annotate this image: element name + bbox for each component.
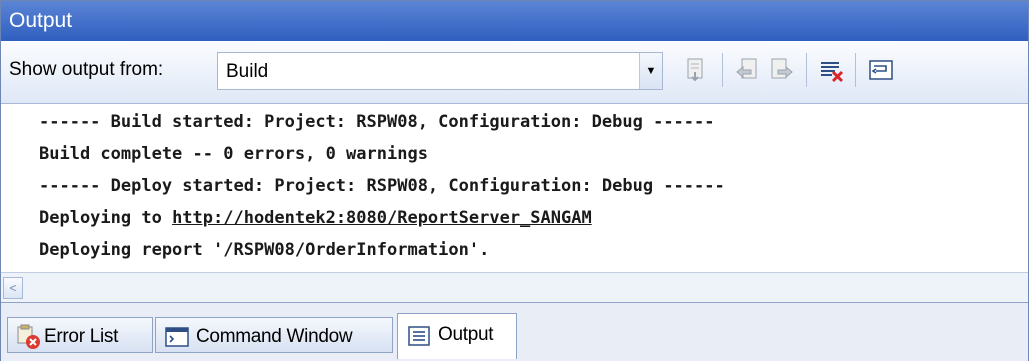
tab-command-window[interactable]: Command Window bbox=[155, 317, 393, 353]
output-icon bbox=[406, 323, 432, 347]
toolbar-separator bbox=[806, 53, 807, 87]
output-line: Deploying report '/RSPW08/OrderInformati… bbox=[39, 240, 490, 260]
output-window: Output Show output from: Build ▼ ------ … bbox=[0, 0, 1029, 361]
output-toolbar: Show output from: Build ▼ bbox=[1, 41, 1028, 104]
report-server-link[interactable]: http://hodentek2:8080/ReportServer_SANGA… bbox=[172, 208, 592, 228]
tab-output[interactable]: Output bbox=[397, 313, 517, 359]
output-line: Build complete -- 0 errors, 0 warnings bbox=[39, 144, 428, 164]
error-list-icon bbox=[16, 324, 42, 349]
command-window-icon bbox=[164, 324, 190, 348]
toolbar-separator bbox=[722, 53, 723, 87]
output-line: ------ Deploy started: Project: RSPW08, … bbox=[39, 176, 725, 196]
tab-error-list[interactable]: Error List bbox=[7, 317, 153, 353]
output-line: Deploying to http://hodentek2:8080/Repor… bbox=[39, 208, 592, 228]
tab-label: Command Window bbox=[196, 326, 353, 347]
tab-label: Error List bbox=[44, 326, 119, 347]
window-title: Output bbox=[1, 1, 1028, 41]
output-text-area[interactable]: ------ Build started: Project: RSPW08, C… bbox=[1, 104, 1028, 272]
show-output-from-label: Show output from: bbox=[9, 59, 164, 80]
dropdown-arrow-icon[interactable]: ▼ bbox=[639, 53, 662, 89]
go-to-previous-message-icon[interactable] bbox=[734, 56, 762, 84]
toolbar-separator bbox=[855, 53, 856, 87]
toggle-word-wrap-icon[interactable] bbox=[867, 56, 895, 84]
go-to-next-message-icon[interactable] bbox=[767, 56, 795, 84]
output-line-prefix: Deploying to bbox=[39, 208, 173, 228]
output-source-dropdown[interactable]: Build ▼ bbox=[217, 52, 663, 90]
find-message-in-code-icon[interactable] bbox=[681, 56, 709, 84]
output-line: ------ Build started: Project: RSPW08, C… bbox=[39, 112, 715, 132]
horizontal-scrollbar[interactable]: < bbox=[1, 272, 1028, 303]
scroll-left-icon[interactable]: < bbox=[3, 277, 23, 299]
output-source-value: Build bbox=[226, 61, 269, 82]
tab-label: Output bbox=[438, 324, 494, 345]
clear-all-icon[interactable] bbox=[818, 56, 846, 84]
tool-window-tabs: Error List Command Window Output bbox=[1, 302, 1028, 361]
